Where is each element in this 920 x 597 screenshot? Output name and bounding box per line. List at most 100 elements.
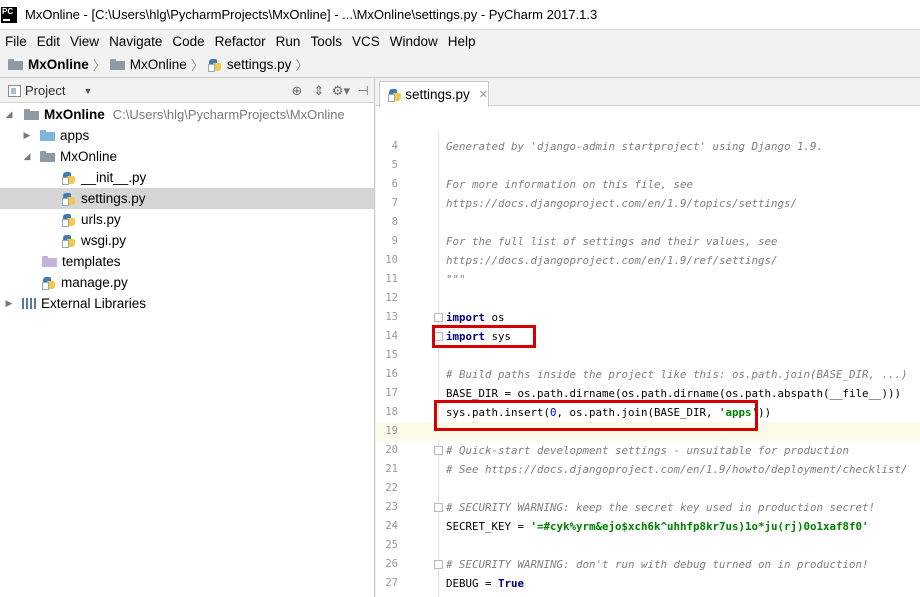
tab-settings-py[interactable]: settings.py ✕ (379, 81, 489, 107)
tree-item-label: urls.py (81, 212, 121, 227)
tree-item-label: MxOnline (44, 107, 105, 122)
code-text: # Build paths inside the project like th… (446, 368, 908, 381)
breadcrumb-label: MxOnline (28, 57, 89, 72)
breadcrumb-item-file[interactable]: settings.py (207, 57, 292, 72)
dropdown-arrow-icon[interactable]: ▼ (83, 86, 92, 96)
code-text: For more information on this file, see (446, 178, 694, 191)
code-text: """ (446, 273, 466, 286)
code-editor: settings.py ✕ 4 Generated by 'django-admi… (376, 79, 920, 597)
hide-panel-icon[interactable]: ⊣ (352, 83, 374, 99)
folder-icon (42, 256, 57, 267)
tree-item-label: __init__.py (81, 170, 147, 185)
code-line: 22 (376, 479, 920, 498)
code-area[interactable]: 4 Generated by 'django-admin startproject… (376, 134, 920, 597)
logo-text: PC (2, 6, 14, 16)
tree-item-templates[interactable]: templates (0, 251, 374, 272)
code-line: 11 """ (376, 270, 920, 289)
breadcrumb-item-package[interactable]: MxOnline (109, 57, 187, 72)
line-number: 25 (385, 539, 398, 551)
tree-item-urls[interactable]: urls.py (0, 209, 374, 230)
breadcrumb-item-project[interactable]: MxOnline (8, 57, 89, 72)
line-number: 4 (391, 140, 398, 152)
code-line: 4 Generated by 'django-admin startproject… (376, 137, 920, 156)
menu-file[interactable]: File (0, 34, 32, 49)
folder-icon (109, 59, 125, 70)
code-text: os (485, 311, 505, 324)
menu-edit[interactable]: Edit (32, 34, 65, 49)
menu-refactor[interactable]: Refactor (210, 34, 271, 49)
fold-marker-icon[interactable] (434, 503, 443, 512)
code-line: 6 For more information on this file, see (376, 175, 920, 194)
editor-tab-bar: settings.py ✕ (376, 79, 920, 107)
folder-icon (40, 151, 55, 162)
menu-tools[interactable]: Tools (305, 34, 347, 49)
chevron-right-icon: 〉 (295, 58, 309, 73)
collapse-all-icon[interactable]: ⇕ (308, 83, 330, 99)
python-file-icon (62, 234, 76, 248)
menu-run[interactable]: Run (271, 34, 306, 49)
project-view-selector[interactable]: Project (25, 83, 65, 98)
line-number: 26 (385, 558, 398, 570)
tree-item-external-libraries[interactable]: ▶ External Libraries (0, 293, 374, 314)
tree-item-label: MxOnline (60, 149, 118, 164)
tree-item-settings[interactable]: settings.py (0, 188, 374, 209)
code-line: 24 SECRET_KEY = '=#cyk%yrm&ejo$xch6k^uhhf… (376, 517, 920, 536)
gear-icon[interactable]: ⚙▾ (330, 83, 352, 99)
chevron-right-icon: 〉 (92, 58, 106, 73)
tree-item-wsgi[interactable]: wsgi.py (0, 230, 374, 251)
code-line: 12 (376, 289, 920, 308)
close-icon[interactable]: ✕ (479, 88, 488, 101)
line-number: 24 (385, 520, 398, 532)
menu-vcs[interactable]: VCS (347, 34, 385, 49)
breadcrumb-label: settings.py (226, 57, 292, 72)
project-panel-header: Project ▼ ⊕ ⇕ ⚙▾ ⊣ (0, 79, 374, 103)
expand-arrow-icon[interactable]: ◢ (20, 151, 34, 162)
code-text: # Quick-start development settings - uns… (446, 444, 850, 457)
code-keyword: import (446, 311, 486, 324)
expand-arrow-icon[interactable]: ◢ (2, 109, 16, 120)
line-number: 11 (385, 273, 398, 285)
code-keyword: True (498, 577, 525, 590)
line-number: 16 (385, 368, 398, 380)
project-panel-toolbar: ⊕ ⇕ ⚙▾ ⊣ (286, 79, 374, 103)
menu-view[interactable]: View (65, 34, 104, 49)
fold-marker-icon[interactable] (434, 313, 443, 322)
tree-item-init[interactable]: __init__.py (0, 167, 374, 188)
code-line: 8 (376, 213, 920, 232)
line-number: 9 (391, 235, 398, 247)
code-line: 25 (376, 536, 920, 555)
python-file-icon (62, 192, 76, 206)
menu-help[interactable]: Help (443, 34, 481, 49)
window-title: MxOnline - [C:\Users\hlg\PycharmProjects… (25, 7, 598, 22)
fold-marker-icon[interactable] (434, 560, 443, 569)
code-text: Generated by 'django-admin startproject'… (446, 140, 824, 153)
code-line: 5 (376, 156, 920, 175)
tree-item-project-root[interactable]: ◢ MxOnline C:\Users\hlg\PycharmProjects\… (0, 104, 374, 125)
code-line: 15 (376, 346, 920, 365)
highlight-box-sys-path-insert (434, 400, 758, 431)
collapse-arrow-icon[interactable]: ▶ (20, 130, 34, 141)
collapse-arrow-icon[interactable]: ▶ (2, 298, 16, 309)
menu-window[interactable]: Window (385, 34, 443, 49)
project-panel: Project ▼ ⊕ ⇕ ⚙▾ ⊣ ◢ MxOnline C:\Users\h… (0, 79, 375, 597)
code-text: https://docs.djangoproject.com/en/1.9/to… (446, 197, 798, 210)
line-number: 19 (385, 425, 398, 437)
line-number: 23 (385, 501, 398, 513)
tree-item-apps[interactable]: ▶ apps (0, 125, 374, 146)
tree-item-package[interactable]: ◢ MxOnline (0, 146, 374, 167)
line-number: 8 (391, 216, 398, 228)
line-number: 13 (385, 311, 398, 323)
code-line: 20 # Quick-start development settings - u… (376, 441, 920, 460)
line-number: 22 (385, 482, 398, 494)
python-file-icon (388, 88, 401, 102)
line-number: 6 (391, 178, 398, 190)
tree-item-label: manage.py (61, 275, 128, 290)
fold-marker-icon[interactable] (434, 446, 443, 455)
python-file-icon (62, 213, 76, 227)
menu-navigate[interactable]: Navigate (104, 34, 167, 49)
menu-code[interactable]: Code (167, 34, 209, 49)
tree-item-manage[interactable]: manage.py (0, 272, 374, 293)
code-text: )) (758, 406, 772, 419)
scroll-from-source-icon[interactable]: ⊕ (286, 83, 308, 99)
menu-bar: File Edit View Navigate Code Refactor Ru… (0, 30, 920, 52)
